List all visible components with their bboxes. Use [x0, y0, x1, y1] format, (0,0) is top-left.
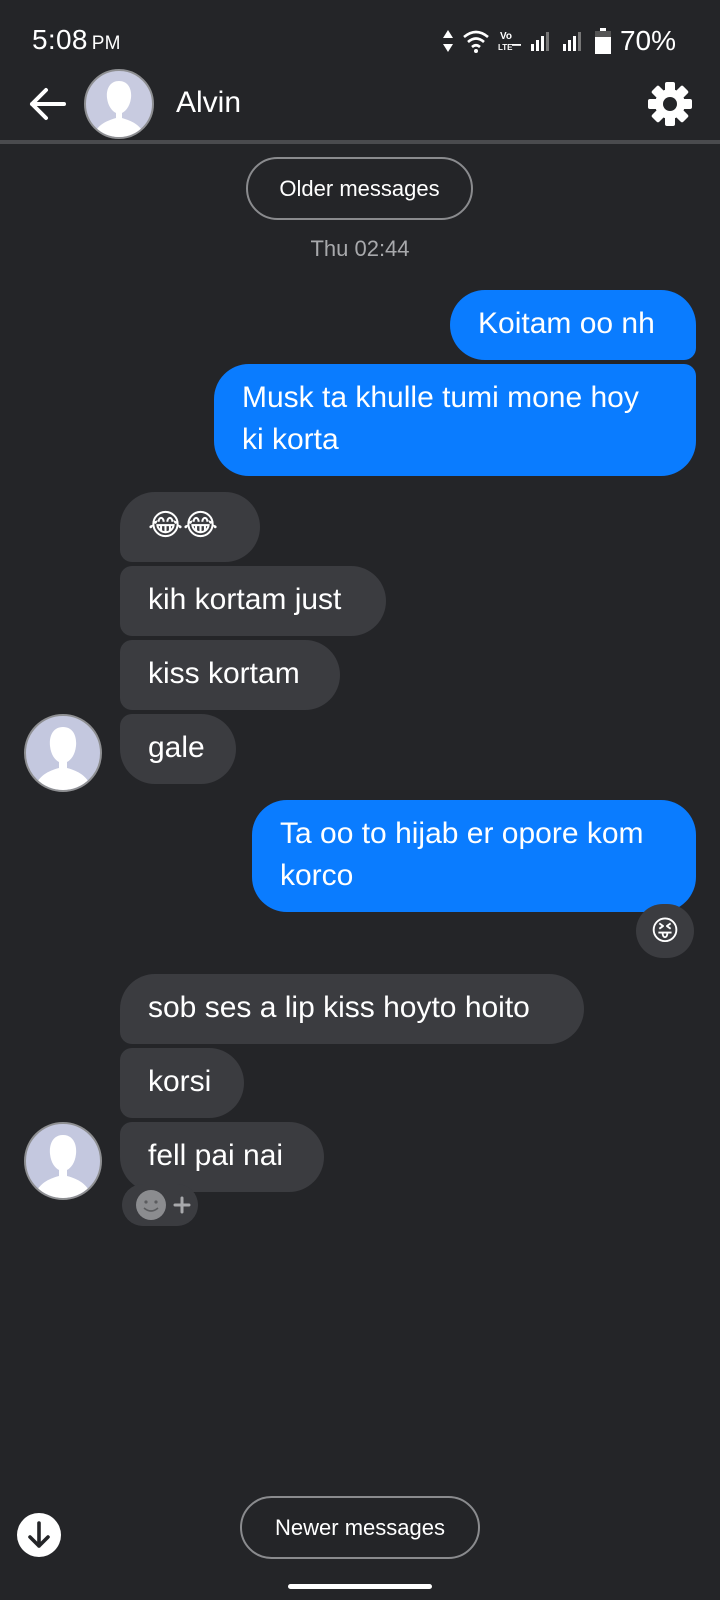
home-indicator[interactable] [288, 1584, 432, 1589]
battery-icon [594, 28, 611, 54]
signal-icon [530, 32, 549, 51]
newer-messages-button[interactable]: Newer messages [240, 1496, 480, 1559]
incoming-message[interactable]: 😂😂 [120, 492, 260, 562]
add-reaction-button[interactable] [122, 1184, 198, 1226]
header-divider [0, 140, 720, 144]
outgoing-message[interactable]: Koitam oo nh [450, 290, 696, 360]
older-messages-button[interactable]: Older messages [246, 157, 473, 220]
date-separator: Thu 02:44 [310, 236, 410, 261]
outgoing-message[interactable]: Musk ta khulle tumi mone hoy ki korta [214, 364, 696, 476]
conversation-header: Alvin [0, 68, 720, 140]
volte-icon: Vo LTE [498, 31, 521, 52]
svg-text:LTE: LTE [498, 43, 513, 52]
incoming-message[interactable]: gale [120, 714, 236, 784]
message-reaction[interactable]: 😝 [636, 904, 694, 958]
incoming-message[interactable]: korsi [120, 1048, 244, 1118]
wifi-icon [463, 30, 489, 53]
incoming-message[interactable]: kih kortam just [120, 566, 386, 636]
incoming-message[interactable]: kiss kortam [120, 640, 340, 710]
incoming-message[interactable]: fell pai nai [120, 1122, 324, 1192]
battery-percentage: 70% [619, 25, 676, 56]
gear-icon[interactable] [646, 80, 694, 128]
outgoing-message[interactable]: Ta oo to hijab er opore kom korco [252, 800, 696, 912]
signal-icon [562, 32, 581, 51]
incoming-message[interactable]: sob ses a lip kiss hoyto hoito [120, 974, 584, 1044]
status-ampm: PM [91, 33, 121, 54]
contact-name[interactable]: Alvin [176, 86, 241, 120]
arrow-down-icon[interactable] [16, 1512, 62, 1558]
sender-avatar[interactable] [24, 1122, 102, 1200]
status-clock: 5:08 [32, 24, 88, 55]
status-icons: Vo LTE 70% [442, 24, 676, 58]
back-arrow-icon[interactable] [24, 82, 72, 126]
messenger-screen: 5:08 PM Vo LTE 70% Alvin Older messages … [0, 0, 720, 1600]
svg-text:Vo: Vo [500, 31, 512, 42]
data-arrows-icon [442, 30, 453, 52]
reaction-emoji: 😝 [650, 915, 680, 946]
status-time: 5:08 PM [32, 24, 121, 56]
contact-avatar[interactable] [84, 69, 154, 139]
sender-avatar[interactable] [24, 714, 102, 792]
status-bar: 5:08 PM Vo LTE 70% [0, 0, 720, 72]
